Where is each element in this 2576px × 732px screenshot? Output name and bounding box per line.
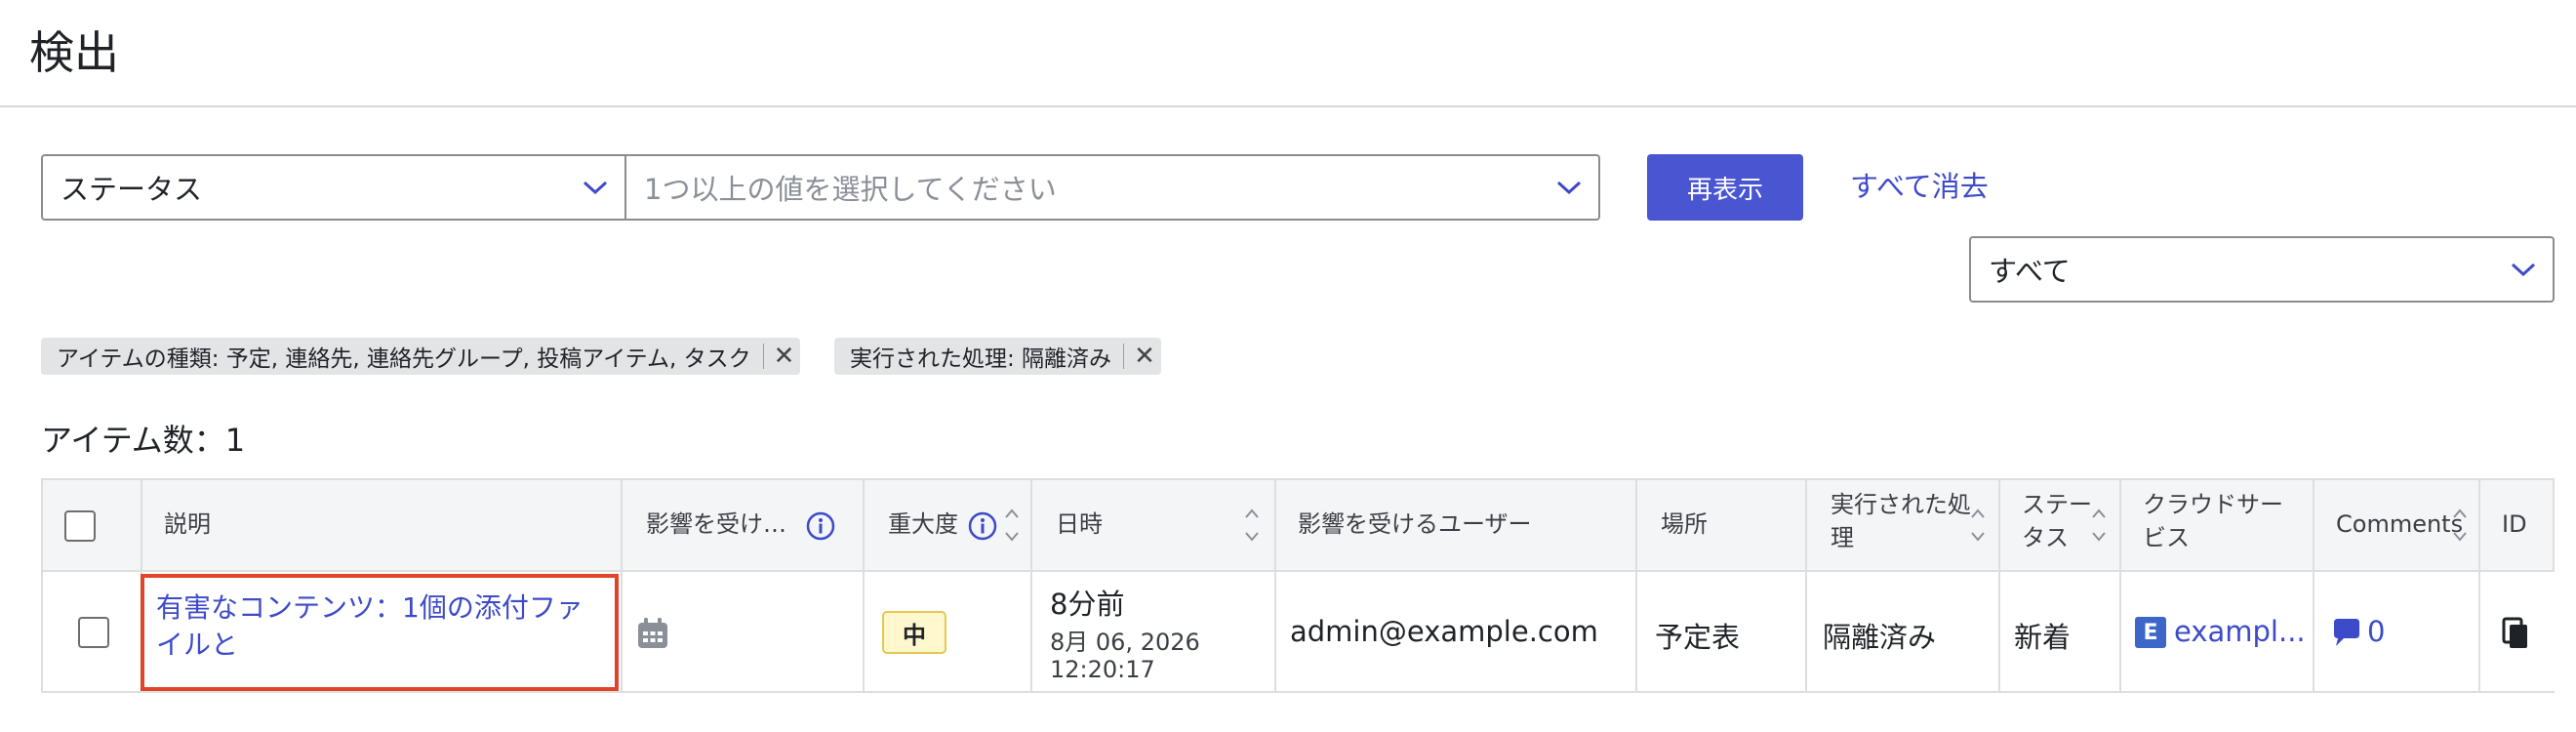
cloud-service-link[interactable]: exampl...	[2174, 615, 2306, 648]
column-header-datetime[interactable]: 日時	[1056, 508, 1103, 541]
filter-chip: 実行された処理: 隔離済み ✕	[834, 338, 1161, 375]
row-checkbox[interactable]	[78, 617, 109, 648]
filter-chip-label: 実行された処理: 隔離済み	[850, 346, 1112, 372]
severity-badge: 中	[882, 611, 946, 654]
select-all-checkbox[interactable]	[64, 510, 96, 542]
column-divider	[1998, 478, 2000, 693]
column-divider	[2119, 478, 2121, 693]
cloud-service-badge: E	[2135, 617, 2166, 648]
info-icon[interactable]	[806, 511, 835, 541]
header-divider	[0, 105, 2576, 107]
column-header-id[interactable]: ID	[2502, 508, 2527, 541]
column-divider	[1274, 478, 1276, 693]
sort-icon[interactable]	[1243, 506, 1261, 545]
clear-all-link[interactable]: すべて消去	[1850, 164, 1989, 205]
redisplay-button[interactable]: 再表示	[1647, 154, 1803, 221]
filter-value-select[interactable]: 1つ以上の値を選択してください	[624, 154, 1600, 221]
column-header-cloud-line1: クラウドサー	[2143, 491, 2283, 518]
scope-select-value: すべて	[1989, 255, 2071, 288]
column-header-status-line1: ステー	[2022, 491, 2092, 518]
column-divider	[1635, 478, 1637, 693]
sort-icon[interactable]	[1003, 506, 1021, 545]
column-divider	[863, 478, 865, 693]
sort-icon[interactable]	[1969, 506, 1987, 545]
column-divider	[1805, 478, 1807, 693]
location-text: 予定表	[1655, 621, 1741, 654]
column-divider	[1030, 478, 1032, 693]
scope-select[interactable]: すべて	[1969, 236, 2555, 303]
chevron-down-icon	[583, 181, 608, 195]
comment-icon[interactable]	[2330, 617, 2361, 648]
column-header-action-line1: 実行された処	[1831, 491, 1971, 518]
chevron-down-icon	[1556, 181, 1582, 195]
page-title: 検出	[29, 26, 119, 79]
date-text: 8月 06, 2026	[1050, 629, 1200, 656]
column-header-cloud-line2: ビス	[2143, 524, 2190, 551]
status-text: 新着	[2014, 621, 2072, 654]
filter-field-select[interactable]: ステータス	[41, 154, 626, 221]
column-header-location[interactable]: 場所	[1661, 508, 1708, 541]
column-header-status[interactable]: ステー タス	[2022, 488, 2092, 554]
column-header-status-line2: タス	[2022, 524, 2069, 551]
comments-count[interactable]: 0	[2367, 615, 2385, 648]
filter-chip: アイテムの種類: 予定, 連絡先, 連絡先グループ, 投稿アイテム, タスク ✕	[41, 338, 801, 375]
column-divider	[2478, 478, 2480, 693]
chevron-down-icon	[2511, 263, 2536, 277]
affected-user: admin@example.com	[1290, 615, 1598, 648]
action-text: 隔離済み	[1823, 621, 1937, 654]
filter-chip-label: アイテムの種類: 予定, 連絡先, 連絡先グループ, 投稿アイテム, タスク	[57, 346, 751, 372]
column-divider	[621, 478, 623, 693]
close-icon[interactable]: ✕	[1134, 344, 1155, 369]
sort-icon[interactable]	[2451, 506, 2469, 545]
copy-icon[interactable]	[2502, 617, 2529, 650]
time-relative: 8分前	[1050, 588, 1125, 621]
sort-icon[interactable]	[2090, 506, 2108, 545]
column-header-comments[interactable]: Comments	[2336, 508, 2463, 541]
item-count: アイテム数：1	[41, 422, 246, 459]
time-text: 12:20:17	[1050, 656, 1155, 683]
column-divider	[2313, 478, 2314, 693]
calendar-icon	[638, 618, 667, 648]
column-header-severity[interactable]: 重大度	[888, 508, 958, 541]
close-icon[interactable]: ✕	[774, 344, 795, 369]
info-icon[interactable]	[968, 511, 997, 541]
filter-value-placeholder: 1つ以上の値を選択してください	[644, 173, 1057, 206]
column-header-description[interactable]: 説明	[164, 508, 211, 541]
filter-field-value: ステータス	[60, 173, 203, 206]
chip-separator	[762, 344, 764, 369]
chip-separator	[1123, 344, 1125, 369]
column-header-cloud-service[interactable]: クラウドサー ビス	[2143, 488, 2283, 554]
column-header-affected[interactable]: 影響を受け…	[646, 508, 786, 541]
column-header-affected-user[interactable]: 影響を受けるユーザー	[1298, 508, 1532, 541]
column-header-action-line2: 理	[1831, 524, 1854, 551]
description-link[interactable]: 有害なコンテンツ：1個の添付ファイルと	[156, 590, 605, 664]
column-header-action[interactable]: 実行された処 理	[1831, 488, 1971, 554]
